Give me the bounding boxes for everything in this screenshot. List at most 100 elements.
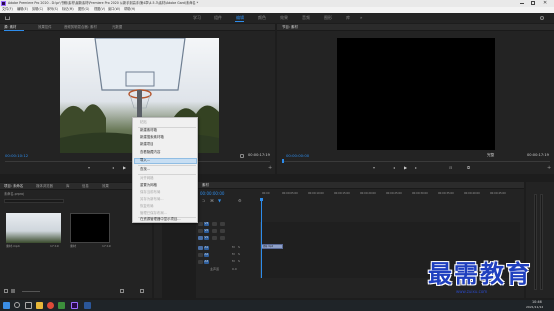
mute-toggle[interactable]: M bbox=[232, 246, 235, 249]
snap-icon[interactable]: ⊃ bbox=[202, 199, 205, 203]
menu-window[interactable]: 窗口(W) bbox=[108, 7, 120, 11]
program-add-button-icon[interactable]: + bbox=[547, 166, 551, 171]
track-visibility-toggle[interactable] bbox=[220, 229, 225, 233]
tab-libraries[interactable]: 库 bbox=[66, 184, 69, 188]
track-visibility-toggle[interactable] bbox=[220, 236, 225, 240]
track-label-v2[interactable]: V2 bbox=[204, 229, 209, 233]
menu-item-find[interactable]: 查找... bbox=[140, 167, 150, 171]
track-source-a1[interactable] bbox=[198, 246, 203, 250]
zoom-slider[interactable] bbox=[22, 291, 40, 292]
tab-sequence[interactable]: 素材 bbox=[202, 183, 209, 187]
home-icon[interactable] bbox=[5, 16, 10, 20]
track-label-a1[interactable]: A1 bbox=[204, 246, 209, 250]
menu-marker[interactable]: 标记(M) bbox=[62, 7, 74, 11]
menu-item-manage-layouts[interactable]: 管理已保存布局... bbox=[140, 211, 167, 215]
menu-item-view-hidden[interactable]: 查看隐藏内容 bbox=[140, 150, 160, 154]
marker-icon[interactable]: ▼ bbox=[218, 199, 221, 203]
track-label-v3[interactable]: V3 bbox=[204, 222, 209, 226]
source-timecode-current[interactable]: 00:00:10:12 bbox=[5, 154, 28, 158]
program-step-back-icon[interactable]: ◂ bbox=[393, 166, 395, 170]
workspace-tab-learn[interactable]: 学习 bbox=[193, 16, 201, 20]
program-playhead[interactable] bbox=[282, 159, 284, 163]
menu-item-save-layout[interactable]: 保存当前布局 bbox=[140, 190, 160, 194]
mark-in-icon[interactable]: ▾ bbox=[88, 166, 90, 170]
track-lock-toggle[interactable] bbox=[198, 229, 203, 233]
program-mark-in-icon[interactable]: ▾ bbox=[373, 166, 375, 170]
menu-item-reset-to-grid[interactable]: 重置为网格 bbox=[140, 183, 157, 187]
program-fit-select[interactable]: 完整 bbox=[487, 153, 494, 158]
menu-clip[interactable]: 剪辑(C) bbox=[32, 7, 43, 11]
close-button[interactable]: ✕ bbox=[543, 1, 547, 6]
project-thumb-1[interactable] bbox=[6, 213, 61, 243]
menu-item-new-item[interactable]: 新建项目 bbox=[140, 142, 154, 146]
menu-item-save-as-new-layout[interactable]: 另存为新布局... bbox=[140, 197, 164, 201]
workspace-more-icon[interactable]: » bbox=[360, 16, 362, 20]
wrench-icon[interactable]: ⚙ bbox=[238, 199, 242, 203]
master-track-value[interactable]: 0.0 bbox=[232, 268, 237, 271]
track-label-a3[interactable]: A3 bbox=[204, 260, 209, 264]
premiere-taskbar-icon[interactable] bbox=[71, 302, 78, 309]
menu-item-new-bin[interactable]: 新建素材箱 bbox=[140, 128, 157, 132]
tab-info[interactable]: 信息 bbox=[82, 184, 89, 188]
track-source-v1[interactable] bbox=[198, 236, 203, 240]
track-lock-toggle[interactable] bbox=[198, 253, 203, 257]
task-view-icon[interactable] bbox=[25, 302, 32, 309]
new-bin-icon[interactable] bbox=[120, 289, 124, 293]
workspace-tab-audio[interactable]: 音频 bbox=[302, 16, 310, 20]
project-thumb-2[interactable] bbox=[70, 213, 110, 243]
menu-item-restore-layout[interactable]: 恢复布局 bbox=[140, 204, 154, 208]
track-lock-toggle[interactable] bbox=[198, 222, 203, 226]
program-timecode-current[interactable]: 00:00:00:00 bbox=[286, 154, 309, 158]
solo-toggle[interactable]: S bbox=[238, 246, 240, 249]
menu-sequence[interactable]: 序列(S) bbox=[47, 7, 58, 11]
taskbar-date[interactable]: 2021/11/12 bbox=[526, 306, 543, 309]
menu-file[interactable]: 文件(F) bbox=[2, 7, 13, 11]
track-sync-toggle[interactable] bbox=[212, 229, 217, 233]
project-search-input[interactable] bbox=[4, 199, 64, 203]
add-button-icon[interactable]: + bbox=[268, 166, 272, 171]
track-sync-toggle[interactable] bbox=[212, 236, 217, 240]
linked-selection-icon[interactable]: ⌘ bbox=[210, 199, 214, 203]
word-icon[interactable] bbox=[84, 302, 91, 309]
chrome-icon[interactable] bbox=[47, 302, 54, 309]
workspace-tab-libraries[interactable]: 库 bbox=[346, 16, 350, 20]
workspace-tab-color[interactable]: 颜色 bbox=[258, 16, 266, 20]
timeline-timecode[interactable]: 00:00:00:00 bbox=[200, 192, 224, 196]
track-sync-toggle[interactable] bbox=[212, 222, 217, 226]
play-icon[interactable]: ▶ bbox=[123, 166, 126, 170]
list-view-icon[interactable] bbox=[4, 289, 8, 293]
track-visibility-toggle[interactable] bbox=[220, 222, 225, 226]
lift-icon[interactable]: ⊟ bbox=[449, 166, 452, 170]
menu-graphics[interactable]: 图形(G) bbox=[78, 7, 89, 11]
step-back-icon[interactable]: ◂ bbox=[112, 166, 114, 170]
menu-edit[interactable]: 编辑(E) bbox=[17, 7, 28, 11]
program-camera-icon[interactable]: ◘ bbox=[467, 166, 470, 170]
mute-toggle[interactable]: M bbox=[232, 260, 235, 263]
menu-help[interactable]: 帮助(H) bbox=[124, 7, 135, 11]
windows-start-icon[interactable] bbox=[3, 302, 10, 309]
maximize-button[interactable] bbox=[531, 1, 535, 5]
workspace-tab-effects[interactable]: 效果 bbox=[280, 16, 288, 20]
app-icon[interactable] bbox=[58, 302, 65, 309]
video-clip[interactable]: 素材.mp4 bbox=[261, 244, 283, 249]
tab-metadata[interactable]: 元数据 bbox=[112, 25, 122, 29]
menu-item-paste[interactable]: 粘贴 bbox=[140, 120, 147, 124]
menu-view[interactable]: 视图(V) bbox=[94, 7, 105, 11]
solo-toggle[interactable]: S bbox=[238, 260, 240, 263]
workspace-tab-editing[interactable]: 编辑 bbox=[236, 16, 244, 20]
trash-icon[interactable] bbox=[140, 289, 144, 293]
mute-toggle[interactable]: M bbox=[232, 253, 235, 256]
tab-media-browser[interactable]: 媒体浏览器 bbox=[36, 184, 53, 188]
tab-project[interactable]: 项目: 未命名 bbox=[4, 184, 23, 188]
program-play-icon[interactable]: ▶ bbox=[404, 166, 407, 170]
tab-effect-controls[interactable]: 效果控件 bbox=[38, 25, 52, 29]
menu-item-reveal-in-explorer[interactable]: 在资源管理器中显示项目... bbox=[140, 217, 181, 221]
file-explorer-icon[interactable] bbox=[36, 302, 43, 309]
track-lock-toggle[interactable] bbox=[198, 260, 203, 264]
taskbar-time[interactable]: 10:46 bbox=[532, 300, 542, 304]
minimize-button[interactable] bbox=[520, 3, 524, 4]
search-taskbar-icon[interactable] bbox=[14, 302, 20, 308]
source-wrench-icon[interactable] bbox=[240, 154, 244, 158]
track-label-a2[interactable]: A2 bbox=[204, 253, 209, 257]
search-icon[interactable] bbox=[540, 16, 544, 20]
